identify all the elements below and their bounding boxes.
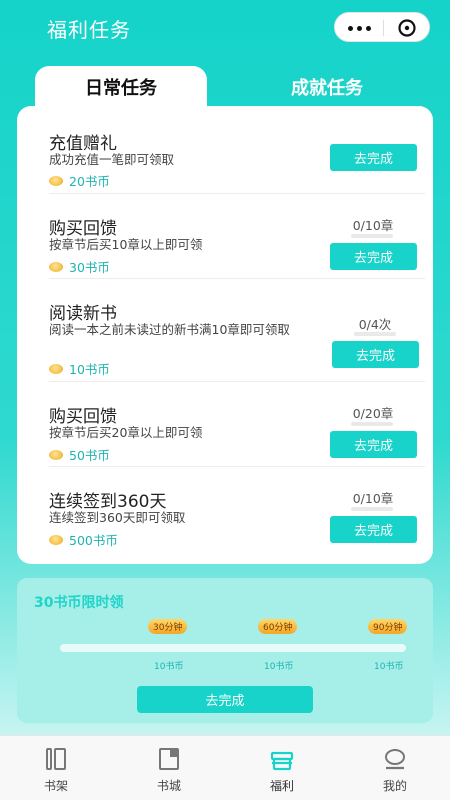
coin-icon bbox=[49, 449, 63, 460]
gift-icon bbox=[270, 751, 294, 771]
task-complete-button[interactable]: 去完成 bbox=[332, 341, 419, 368]
task-item: 连续签到360天 连续签到360天即可领取 500书币 0/10章 去完成 bbox=[49, 467, 425, 552]
task-progress-text: 0/20章 bbox=[352, 406, 394, 421]
tabbar-label: 福利 bbox=[269, 779, 294, 793]
task-progress-text: 0/10章 bbox=[352, 218, 394, 233]
coin-icon bbox=[49, 363, 63, 374]
task-desc: 按章节后买20章以上即可领 bbox=[49, 425, 203, 440]
close-circle-icon[interactable] bbox=[383, 13, 431, 43]
coin-icon bbox=[49, 175, 63, 186]
task-reward-text: 50书币 bbox=[69, 448, 110, 463]
task-item: 购买回馈 按章节后买10章以上即可领 30书币 0/10章 去完成 bbox=[49, 194, 425, 279]
bottom-tab-bar: 书架 书城 福利 我的 bbox=[0, 735, 450, 800]
tabbar-label: 我的 bbox=[382, 779, 407, 793]
tabbar-item-welfare[interactable]: 福利 bbox=[252, 744, 312, 796]
task-desc: 连续签到360天即可领取 bbox=[49, 510, 186, 525]
tabbar-label: 书架 bbox=[43, 779, 68, 793]
milestone-time-tag: 90分钟 bbox=[368, 619, 408, 634]
coin-icon bbox=[49, 534, 63, 545]
tab-daily-tasks[interactable]: 日常任务 bbox=[35, 66, 207, 108]
task-desc: 按章节后买10章以上即可领 bbox=[49, 237, 203, 252]
milestone-time-tag: 30分钟 bbox=[148, 619, 188, 634]
task-complete-button[interactable]: 去完成 bbox=[330, 516, 417, 543]
task-item: 阅读新书 阅读一本之前未读过的新书满10章即可领取 10书币 0/4次 去完成 bbox=[49, 279, 425, 382]
task-item: 购买回馈 按章节后买20章以上即可领 50书币 0/20章 去完成 bbox=[49, 382, 425, 467]
tabbar-item-mine[interactable]: 我的 bbox=[365, 744, 425, 796]
task-progress-text: 0/10章 bbox=[352, 491, 394, 506]
task-progress-bar bbox=[351, 507, 393, 511]
more-dots-icon[interactable] bbox=[335, 13, 383, 43]
task-reward-text: 10书币 bbox=[69, 362, 110, 377]
task-reward: 500书币 bbox=[49, 530, 118, 549]
milestone-reward: 10书币 bbox=[264, 662, 294, 672]
tab-achievement-tasks[interactable]: 成就任务 bbox=[235, 66, 419, 108]
task-complete-button[interactable]: 去完成 bbox=[330, 243, 417, 270]
task-reward: 50书币 bbox=[49, 445, 110, 464]
task-item: 充值赠礼 成功充值一笔即可领取 20书币 去完成 bbox=[49, 124, 425, 194]
timed-reward-track bbox=[60, 644, 406, 652]
task-desc: 成功充值一笔即可领取 bbox=[49, 152, 175, 167]
timed-reward-panel: 30书币限时领 30分钟 60分钟 90分钟 10书币 10书币 10书币 去完… bbox=[17, 578, 433, 723]
coin-icon bbox=[49, 261, 63, 272]
task-progress-bar bbox=[351, 234, 393, 238]
task-tabs: 日常任务 成就任务 bbox=[35, 66, 415, 108]
bookshelf-icon bbox=[46, 748, 66, 770]
task-progress-bar bbox=[354, 332, 396, 336]
mini-program-capsule bbox=[334, 12, 430, 42]
tabbar-item-bookshelf[interactable]: 书架 bbox=[26, 744, 86, 796]
timed-reward-title: 30书币限时领 bbox=[34, 595, 124, 611]
profile-icon bbox=[385, 749, 405, 770]
bookstore-icon bbox=[159, 748, 179, 770]
tabbar-item-bookstore[interactable]: 书城 bbox=[139, 744, 199, 796]
timed-reward-complete-button[interactable]: 去完成 bbox=[137, 686, 313, 713]
milestone-reward: 10书币 bbox=[374, 662, 404, 672]
task-complete-button[interactable]: 去完成 bbox=[330, 144, 417, 171]
task-reward: 10书币 bbox=[49, 359, 110, 378]
task-list-card: 充值赠礼 成功充值一笔即可领取 20书币 去完成 购买回馈 按章节后买10章以上… bbox=[17, 106, 433, 564]
task-progress-text: 0/4次 bbox=[358, 317, 392, 332]
top-bar: 福利任务 bbox=[0, 0, 450, 56]
task-reward-text: 20书币 bbox=[69, 174, 110, 189]
task-complete-button[interactable]: 去完成 bbox=[330, 431, 417, 458]
task-reward-text: 30书币 bbox=[69, 260, 110, 275]
milestone-reward: 10书币 bbox=[154, 662, 184, 672]
task-reward: 20书币 bbox=[49, 171, 110, 190]
task-reward: 30书币 bbox=[49, 257, 110, 276]
task-reward-text: 500书币 bbox=[69, 533, 118, 548]
task-desc: 阅读一本之前未读过的新书满10章即可领取 bbox=[49, 322, 290, 337]
tabbar-label: 书城 bbox=[156, 779, 181, 793]
page-title: 福利任务 bbox=[47, 18, 131, 42]
milestone-time-tag: 60分钟 bbox=[258, 619, 298, 634]
task-progress-bar bbox=[351, 422, 393, 426]
